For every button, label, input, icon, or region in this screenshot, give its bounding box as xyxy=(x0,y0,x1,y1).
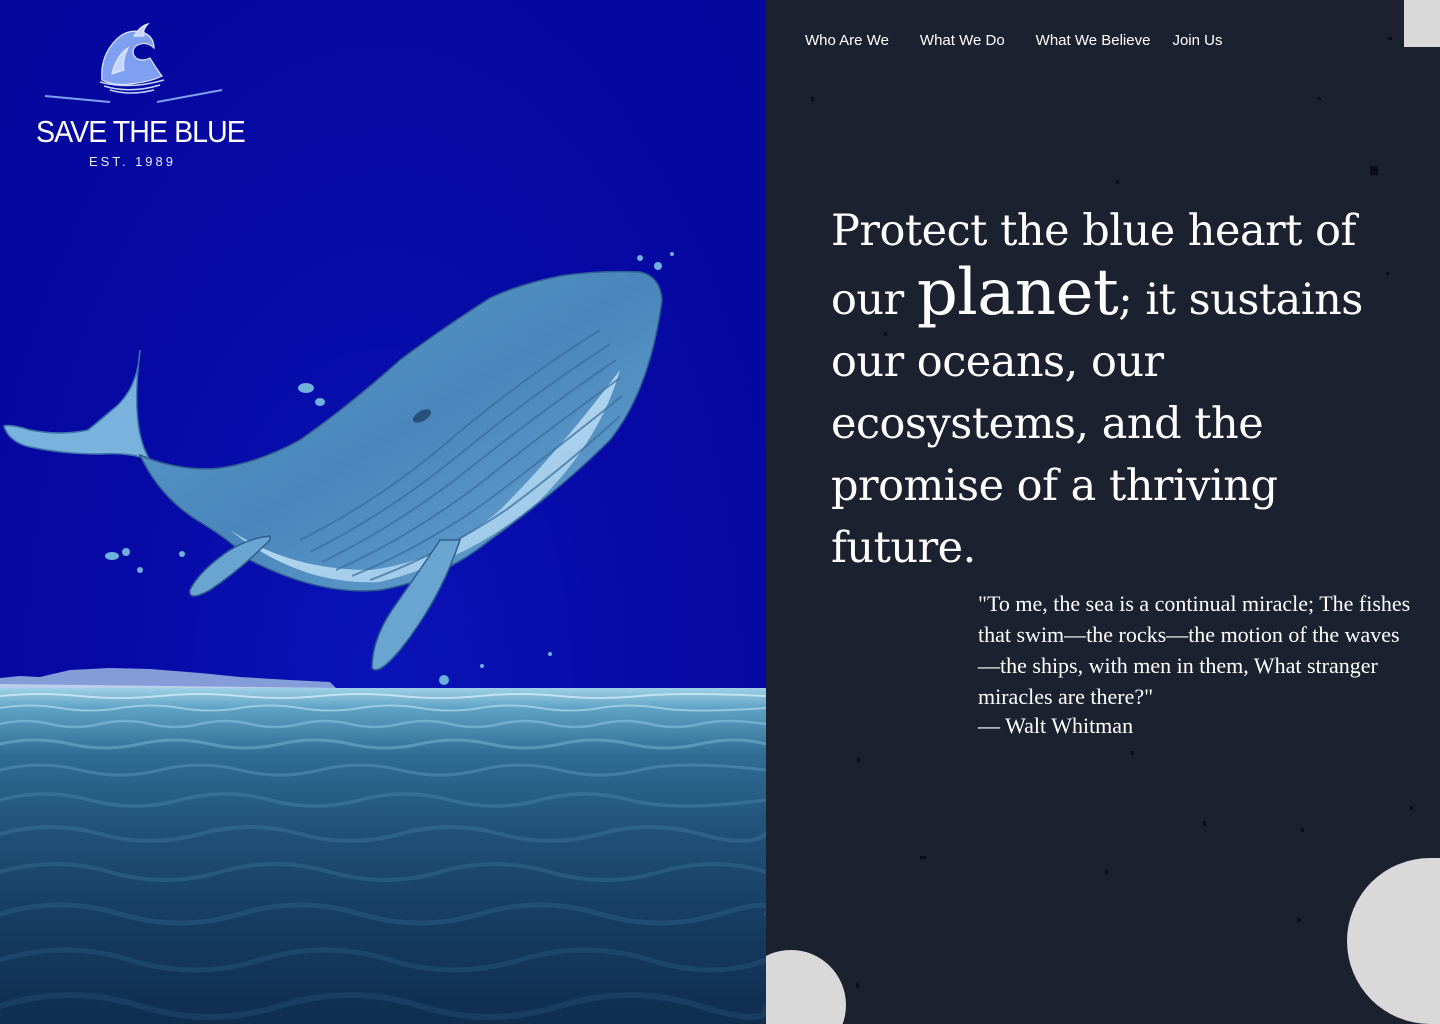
nav-join-us[interactable]: Join Us xyxy=(1172,32,1222,49)
humpback-whale-illustration xyxy=(3,252,674,685)
nav-what-we-believe[interactable]: What We Believe xyxy=(1036,32,1151,49)
wave-logo-icon xyxy=(44,22,223,103)
quote-text: "To me, the sea is a continual miracle; … xyxy=(978,591,1411,709)
brand-established: EST. 1989 xyxy=(89,154,176,169)
brand-name: SAVE THE BLUE xyxy=(36,114,246,149)
headline-emphasis: planet xyxy=(916,256,1119,330)
whitman-quote: "To me, the sea is a continual miracle; … xyxy=(978,588,1418,740)
menu-toggle-block[interactable] xyxy=(1404,0,1440,47)
hero-image-panel: SAVE THE BLUE EST. 1989 xyxy=(0,0,766,1024)
content-panel: Who Are We What We Do What We Believe Jo… xyxy=(766,0,1440,1024)
ocean-waves xyxy=(0,693,766,1020)
hero-headline: Protect the blue heart of our planet; it… xyxy=(831,200,1431,579)
main-navigation: Who Are We What We Do What We Believe Jo… xyxy=(805,32,1253,49)
nav-what-we-do[interactable]: What We Do xyxy=(920,32,1005,49)
nav-who-are-we[interactable]: Who Are We xyxy=(805,32,889,49)
quote-author: — Walt Whitman xyxy=(978,713,1134,738)
